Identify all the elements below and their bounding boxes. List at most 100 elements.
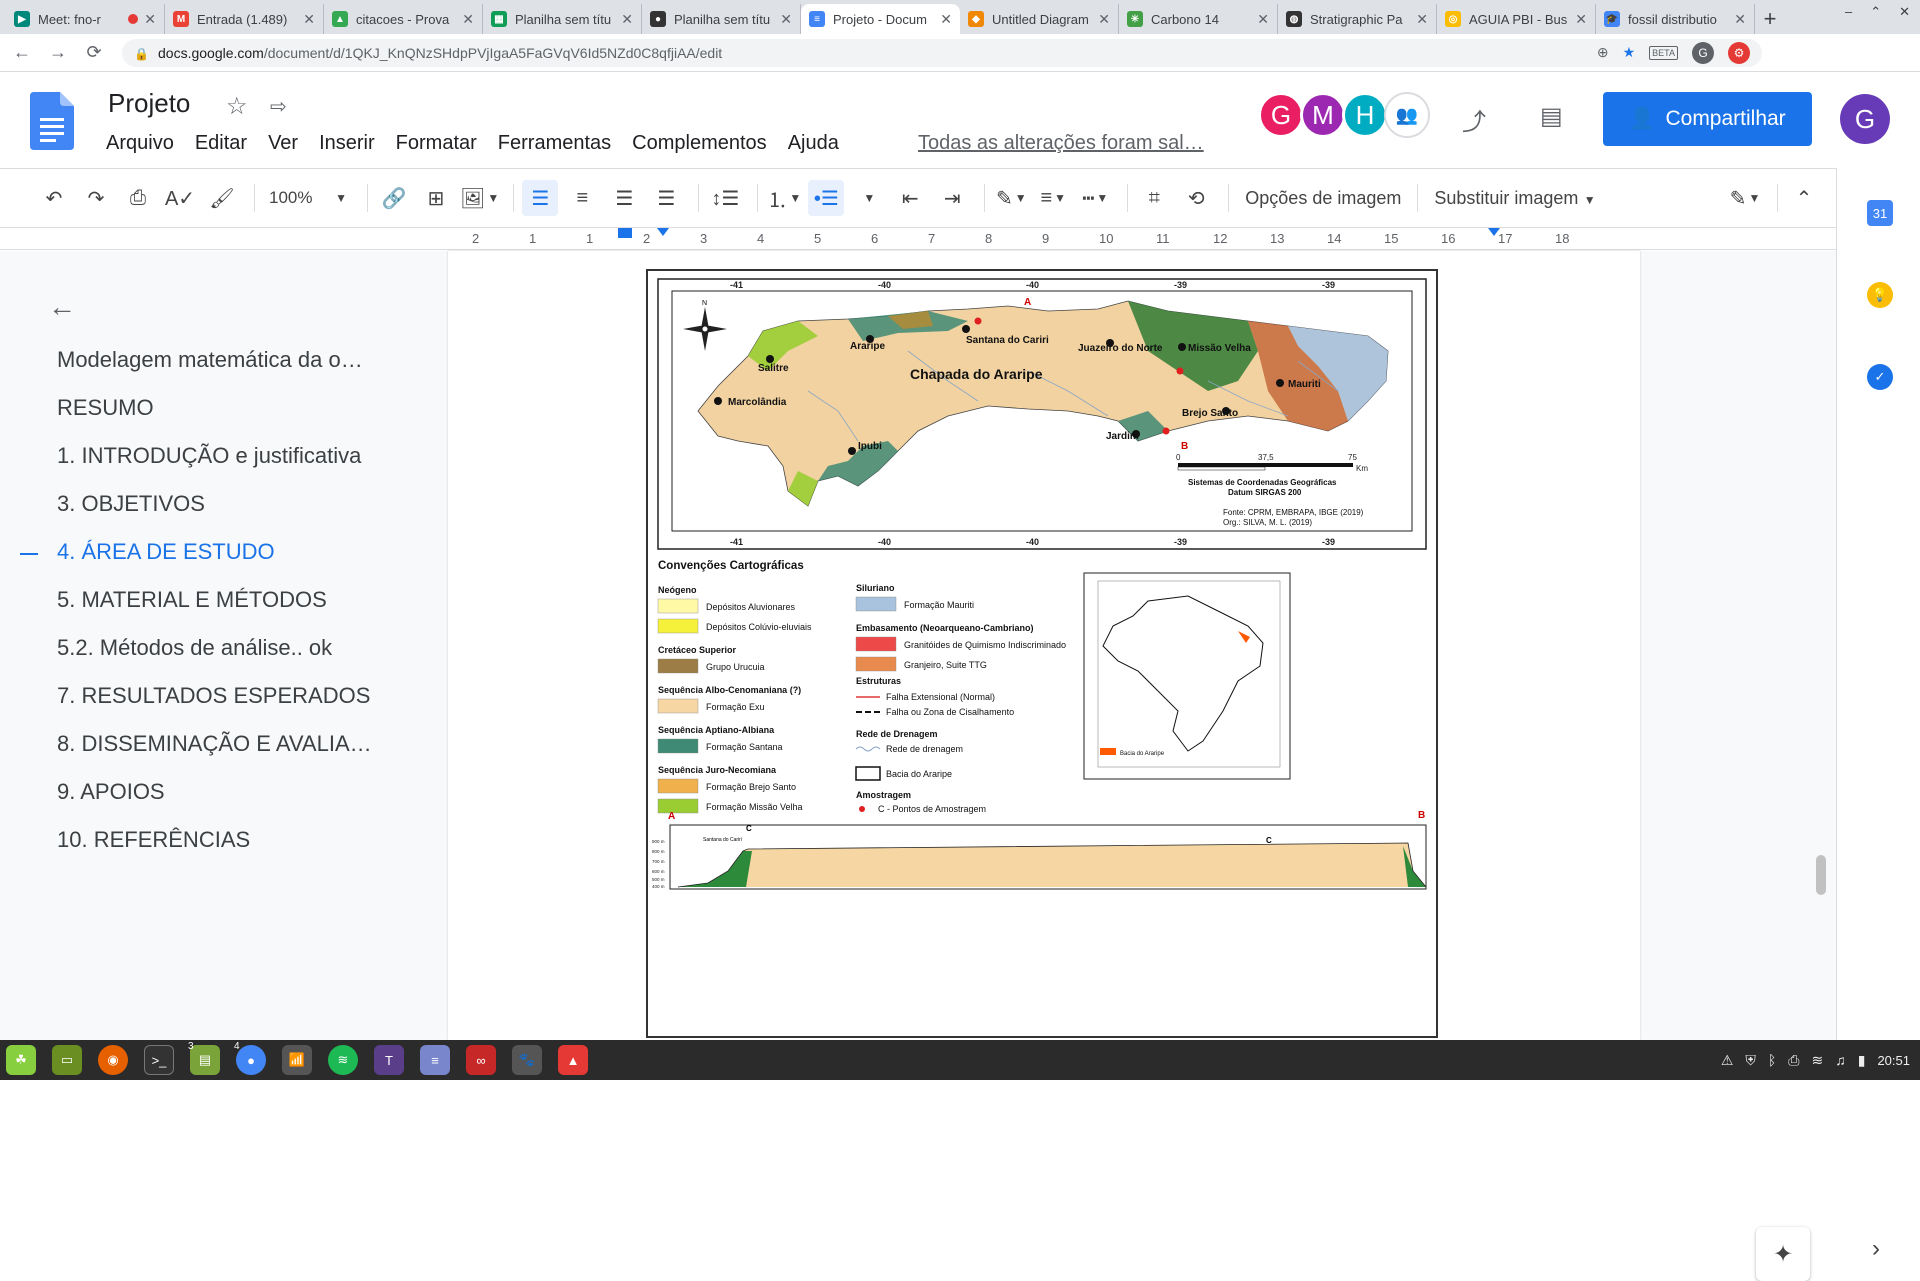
browser-tab[interactable]: 🎓 fossil distributio ✕ — [1596, 4, 1755, 34]
print-icon[interactable]: ⎙ — [120, 180, 156, 216]
close-outline-arrow-icon[interactable]: ← — [48, 291, 76, 323]
back-icon[interactable]: ← — [8, 39, 36, 67]
close-tab-icon[interactable]: ✕ — [1575, 11, 1587, 28]
show-desktop-icon[interactable]: ▭ — [52, 1045, 82, 1075]
activity-dashboard-icon[interactable]: ⤴ — [1462, 102, 1486, 137]
close-tab-icon[interactable]: ✕ — [1257, 11, 1269, 28]
bullet-options-icon[interactable]: ▼ — [850, 180, 886, 216]
line-spacing-icon[interactable]: ↕☰ — [707, 180, 743, 216]
outline-item[interactable]: 7. RESULTADOS ESPERADOS — [57, 683, 370, 709]
account-avatar[interactable]: G — [1840, 94, 1890, 144]
outline-item[interactable]: 8. DISSEMINAÇÃO E AVALIA… — [57, 731, 372, 757]
close-tab-icon[interactable]: ✕ — [1734, 11, 1746, 28]
volume-icon[interactable]: ♫ — [1835, 1052, 1846, 1068]
left-margin-marker[interactable] — [618, 228, 632, 238]
indent-marker[interactable] — [657, 228, 669, 236]
terminal-icon[interactable]: >_ — [144, 1045, 174, 1075]
menu-item[interactable]: Inserir — [319, 132, 375, 155]
share-button[interactable]: 👤 Compartilhar — [1603, 92, 1812, 146]
extension-beta-icon[interactable]: BETA — [1649, 45, 1678, 60]
browser-tab[interactable]: M Entrada (1.489) ✕ — [165, 4, 324, 34]
profile-avatar[interactable]: G — [1692, 41, 1714, 64]
minimize-icon[interactable]: – — [1845, 4, 1852, 20]
star-icon[interactable]: ☆ — [226, 92, 248, 121]
menu-item[interactable]: Editar — [195, 132, 247, 155]
outline-item[interactable]: 10. REFERÊNCIAS — [57, 827, 250, 853]
new-tab-button[interactable]: + — [1755, 4, 1785, 34]
study-area-map-image[interactable]: -41 -40 -40 -39 -39 -41 -40 -40 -39 -39 — [646, 269, 1438, 1038]
horizontal-ruler[interactable]: 2 1 1 2 3 4 5 6 7 8 9 10 11 12 13 14 15 16 17 18 — [0, 228, 1836, 250]
bluetooth-icon[interactable]: ᛒ — [1768, 1052, 1776, 1068]
outline-item[interactable]: RESUMO — [57, 395, 154, 421]
browser-tab[interactable]: ▲ citacoes - Prova ✕ — [324, 4, 483, 34]
editing-mode-icon[interactable]: ✎ ▼ — [1727, 180, 1763, 216]
bulleted-list-icon[interactable]: •☰ — [808, 180, 845, 216]
collaborator-avatar[interactable]: H — [1342, 92, 1388, 138]
browser-tab[interactable]: ≡ Projeto - Docum ✕ — [801, 4, 960, 34]
keep-icon[interactable]: 💡 — [1867, 282, 1893, 308]
close-tab-icon[interactable]: ✕ — [621, 11, 633, 28]
close-tab-icon[interactable]: ✕ — [1098, 11, 1110, 28]
vertical-scrollbar-thumb[interactable] — [1816, 855, 1826, 895]
mint-menu-icon[interactable]: ☘ — [6, 1045, 36, 1075]
tasks-icon[interactable]: ✓ — [1867, 364, 1893, 390]
extension-icon[interactable]: ⚙ — [1728, 41, 1750, 64]
close-tab-icon[interactable]: ✕ — [462, 11, 474, 28]
outline-item[interactable]: 5. MATERIAL E MÉTODOS — [57, 587, 327, 613]
border-dash-icon[interactable]: ┅ ▼ — [1077, 180, 1113, 216]
menu-item[interactable]: Ver — [268, 132, 298, 155]
paint-format-icon[interactable]: 🖌 — [204, 180, 240, 216]
outline-item[interactable]: 9. APOIOS — [57, 779, 165, 805]
align-left-icon[interactable]: ☰ — [522, 180, 559, 216]
crop-icon[interactable]: ⌗ — [1136, 180, 1172, 216]
browser-tab[interactable]: ▦ Planilha sem títu ✕ — [483, 4, 642, 34]
browser-tab[interactable]: ◎ AGUIA PBI - Bus ✕ — [1437, 4, 1596, 34]
browser-tab[interactable]: ▶ Meet: fno-r ✕ — [6, 4, 165, 34]
align-center-icon[interactable]: ≡ — [564, 180, 600, 216]
increase-indent-icon[interactable]: ⇥ — [934, 180, 970, 216]
lock-icon[interactable]: 🔒 — [134, 47, 149, 61]
replace-image-button[interactable]: Substituir imagem ▼ — [1426, 188, 1603, 209]
image-options-button[interactable]: Opções de imagem — [1237, 188, 1409, 209]
close-tab-icon[interactable]: ✕ — [1416, 11, 1428, 28]
menu-item[interactable]: Ajuda — [788, 132, 839, 155]
menu-item[interactable]: Formatar — [396, 132, 477, 155]
outline-item[interactable]: 3. OBJETIVOS — [57, 491, 205, 517]
numbered-list-icon[interactable]: ⒈ ▼ — [766, 180, 802, 216]
reload-icon[interactable]: ⟳ — [80, 39, 108, 67]
add-comment-icon[interactable]: ⊞ — [418, 180, 454, 216]
network-app-icon[interactable]: 📶 — [282, 1045, 312, 1075]
redo-icon[interactable]: ↷ — [78, 180, 114, 216]
close-window-icon[interactable]: ✕ — [1899, 4, 1910, 20]
show-side-panel-icon[interactable]: › — [1872, 1235, 1880, 1263]
gimp-icon[interactable]: 🐾 — [512, 1045, 542, 1075]
menu-item[interactable]: Arquivo — [106, 132, 174, 155]
document-page[interactable]: -41 -40 -40 -39 -39 -41 -40 -40 -39 -39 — [448, 251, 1640, 1040]
explore-button-icon[interactable]: ✦ — [1756, 1227, 1810, 1281]
zoom-select[interactable]: 100% ▼ — [263, 180, 353, 216]
browser-tab[interactable]: ◍ Stratigraphic Pa ✕ — [1278, 4, 1437, 34]
menu-item[interactable]: Complementos — [632, 132, 767, 155]
outline-item[interactable]: Modelagem matemática da o… — [57, 347, 363, 373]
browser-tab[interactable]: ✳ Carbono 14 ✕ — [1119, 4, 1278, 34]
spellcheck-icon[interactable]: A✓ — [162, 180, 198, 216]
collaborator-avatar[interactable]: M — [1300, 92, 1346, 138]
align-justify-icon[interactable]: ☰ — [648, 180, 684, 216]
firefox-icon[interactable]: ◉ — [98, 1045, 128, 1075]
close-tab-icon[interactable]: ✕ — [303, 11, 315, 28]
align-right-icon[interactable]: ☰ — [606, 180, 642, 216]
close-tab-icon[interactable]: ✕ — [940, 11, 952, 28]
browser-tab[interactable]: ◆ Untitled Diagram ✕ — [960, 4, 1119, 34]
move-to-folder-icon[interactable]: ⇨ — [270, 94, 287, 119]
border-color-icon[interactable]: ✎ ▼ — [993, 180, 1029, 216]
hide-menus-icon[interactable]: ⌃ — [1786, 180, 1822, 216]
image-viewer-icon[interactable]: ▲ — [558, 1045, 588, 1075]
comments-icon[interactable]: ▤ — [1540, 102, 1563, 131]
document-title[interactable]: Projeto — [108, 88, 190, 119]
insert-link-icon[interactable]: 🔗 — [376, 180, 412, 216]
battery-icon[interactable]: ▮ — [1858, 1052, 1866, 1069]
spotify-icon[interactable]: ≋ — [328, 1045, 358, 1075]
outline-item[interactable]: 5.2. Métodos de análise.. ok — [57, 635, 332, 661]
chrome-icon[interactable]: 4 ● — [234, 1041, 266, 1075]
forward-icon[interactable]: → — [44, 39, 72, 67]
